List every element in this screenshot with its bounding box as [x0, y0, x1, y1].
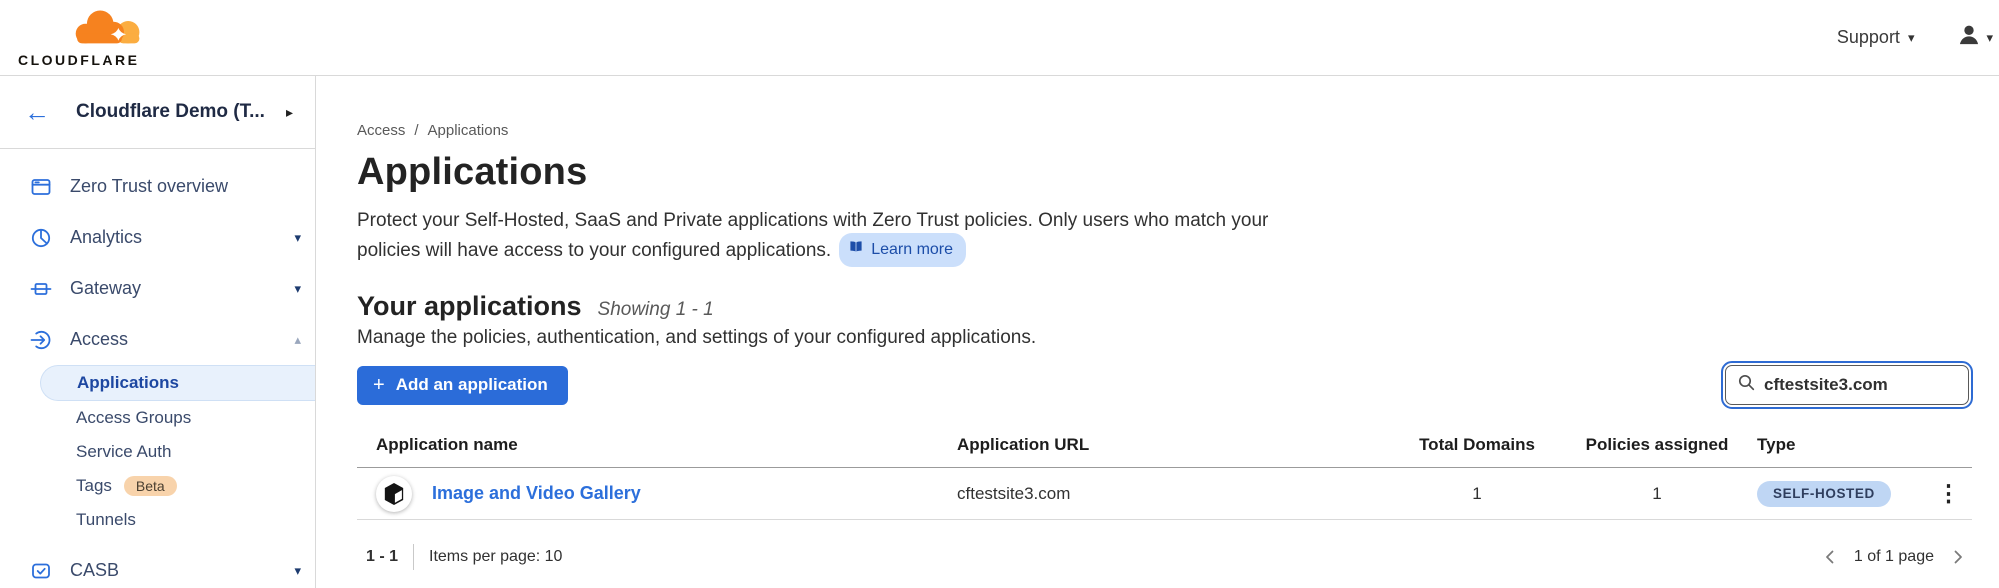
analytics-icon [30, 227, 52, 249]
column-header-total-domains: Total Domains [1387, 435, 1567, 455]
policies-assigned-cell: 1 [1567, 484, 1747, 504]
sidebar-item-label: Access [70, 329, 294, 350]
plus-icon: + [373, 378, 385, 392]
items-per-page-value[interactable]: 10 [545, 548, 563, 566]
cloudflare-logo[interactable]: CLOUDFLARE [0, 7, 158, 68]
page-body: ← Cloudflare Demo (T... ▸ Zero Trust ove… [0, 76, 1999, 588]
list-controls: + Add an application [357, 365, 1972, 405]
page-description: Protect your Self-Hosted, SaaS and Priva… [357, 206, 1277, 269]
sidebar-item-gateway[interactable]: Gateway ▾ [0, 263, 315, 314]
user-icon [1958, 24, 1980, 51]
sidebar-item-access-groups[interactable]: Access Groups [0, 401, 315, 435]
sidebar: ← Cloudflare Demo (T... ▸ Zero Trust ove… [0, 76, 316, 588]
table-row: Image and Video Gallery cftestsite3.com … [357, 468, 1972, 520]
footer-divider [413, 544, 414, 570]
sidebar-item-label: Gateway [70, 278, 294, 299]
applications-table: Application name Application URL Total D… [357, 435, 1972, 520]
column-header-application-url: Application URL [957, 435, 1387, 455]
breadcrumb-access[interactable]: Access [357, 122, 405, 139]
search-input[interactable] [1764, 375, 1958, 395]
items-per-page-label: Items per page: [429, 548, 540, 566]
account-name: Cloudflare Demo (T... [76, 101, 286, 123]
sidebar-item-tags[interactable]: Tags Beta [0, 469, 315, 503]
showing-count: Showing 1 - 1 [598, 299, 714, 321]
column-header-application-name: Application name [357, 435, 957, 455]
brand-wordmark: CLOUDFLARE [18, 52, 158, 68]
casb-icon [30, 560, 52, 582]
sidebar-item-label: Analytics [70, 227, 294, 248]
chevron-down-icon: ▾ [294, 281, 301, 297]
next-page-icon[interactable] [1948, 547, 1968, 567]
sidebar-item-service-auth[interactable]: Service Auth [0, 435, 315, 469]
main-content: Access / Applications Applications Prote… [316, 76, 1999, 588]
chevron-down-icon: ▾ [294, 563, 301, 579]
beta-badge: Beta [124, 476, 177, 496]
section-header: Your applications Showing 1 - 1 [357, 291, 1972, 322]
back-arrow-icon[interactable]: ← [24, 99, 50, 125]
table-footer: 1 - 1 Items per page: 10 1 of 1 page [357, 544, 1972, 570]
application-name-link[interactable]: Image and Video Gallery [432, 483, 641, 504]
application-url-cell: cftestsite3.com [957, 484, 1387, 504]
sidebar-item-label: Service Auth [76, 442, 171, 462]
sidebar-item-label: Tunnels [76, 510, 136, 530]
sidebar-item-label: Applications [77, 373, 179, 393]
user-caret-icon: ▾ [1986, 30, 1993, 46]
support-label: Support [1837, 27, 1900, 48]
account-expand-icon[interactable]: ▸ [286, 104, 293, 121]
items-range: 1 - 1 [366, 548, 398, 566]
chevron-up-icon: ▴ [294, 332, 301, 348]
type-badge: SELF-HOSTED [1757, 481, 1891, 507]
support-menu[interactable]: Support ▾ [1837, 27, 1915, 48]
sidebar-item-tunnels[interactable]: Tunnels [0, 503, 315, 537]
breadcrumb-separator: / [414, 122, 418, 139]
cloudflare-cloud-icon [62, 7, 158, 54]
pagination: 1 of 1 page [1820, 547, 1968, 567]
top-bar: CLOUDFLARE Support ▾ ▾ [0, 0, 1999, 76]
book-icon [848, 235, 864, 264]
sidebar-item-applications[interactable]: Applications [40, 365, 315, 401]
application-cube-icon [376, 476, 412, 512]
sidebar-item-label: CASB [70, 560, 294, 581]
sidebar-nav: Zero Trust overview Analytics ▾ Gateway [0, 149, 315, 588]
sidebar-item-casb[interactable]: CASB ▾ [0, 545, 315, 588]
footer-left: 1 - 1 Items per page: 10 [357, 544, 562, 570]
sidebar-item-access[interactable]: Access ▴ [0, 314, 315, 365]
breadcrumb: Access / Applications [357, 122, 1972, 139]
sidebar-item-label: Zero Trust overview [70, 176, 301, 197]
add-application-label: Add an application [396, 375, 548, 395]
page-title: Applications [357, 151, 1972, 194]
add-application-button[interactable]: + Add an application [357, 366, 568, 405]
search-box[interactable] [1725, 365, 1969, 405]
user-menu[interactable]: ▾ [1958, 24, 1993, 51]
learn-more-label: Learn more [871, 235, 953, 264]
access-icon [30, 329, 52, 351]
support-caret-icon: ▾ [1908, 30, 1915, 46]
sidebar-item-zero-trust-overview[interactable]: Zero Trust overview [0, 161, 315, 212]
previous-page-icon[interactable] [1820, 547, 1840, 567]
breadcrumb-applications: Applications [428, 122, 509, 139]
gateway-icon [30, 278, 52, 300]
column-header-policies-assigned: Policies assigned [1567, 435, 1747, 455]
page-description-text: Protect your Self-Hosted, SaaS and Priva… [357, 210, 1268, 261]
table-header-row: Application name Application URL Total D… [357, 435, 1972, 468]
row-actions-kebab-icon[interactable]: ⋮ [1917, 480, 1972, 507]
topbar-actions: Support ▾ ▾ [1837, 24, 1999, 51]
section-description: Manage the policies, authentication, and… [357, 327, 1972, 349]
application-name-cell: Image and Video Gallery [357, 476, 957, 512]
learn-more-button[interactable]: Learn more [839, 233, 966, 267]
column-header-type: Type [1747, 435, 1917, 455]
total-domains-cell: 1 [1387, 484, 1567, 504]
overview-icon [30, 176, 52, 198]
account-switcher[interactable]: ← Cloudflare Demo (T... ▸ [0, 76, 315, 149]
chevron-down-icon: ▾ [294, 230, 301, 246]
page-indicator: 1 of 1 page [1854, 548, 1934, 566]
sidebar-item-label: Access Groups [76, 408, 191, 428]
section-title: Your applications [357, 291, 582, 322]
type-cell: SELF-HOSTED [1747, 481, 1917, 507]
search-icon [1738, 374, 1755, 396]
access-subnav: Applications Access Groups Service Auth … [0, 365, 315, 537]
sidebar-item-analytics[interactable]: Analytics ▾ [0, 212, 315, 263]
sidebar-item-label: Tags [76, 476, 112, 496]
